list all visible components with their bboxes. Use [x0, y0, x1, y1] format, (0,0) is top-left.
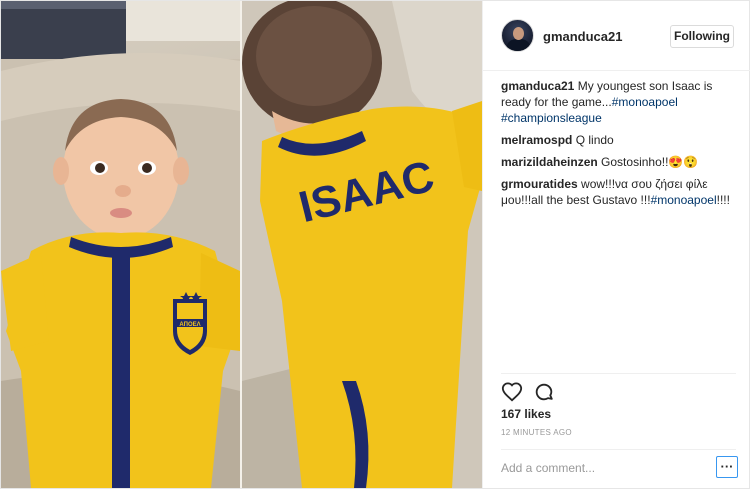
comment-list: gmanduca21 My youngest son Isaac is read…: [501, 78, 739, 214]
hashtag-link[interactable]: #championsleague: [501, 111, 602, 125]
photo-panel-back: ISAAC: [242, 1, 482, 488]
baby-back-illustration: ISAAC: [242, 1, 482, 488]
comment-username[interactable]: grmouratides: [501, 177, 578, 191]
comment-text: Gostosinho!!😍😲: [601, 155, 699, 169]
baby-front-illustration: ΑΠΟΕΛ: [1, 1, 240, 488]
add-comment-bar: ···: [501, 449, 738, 485]
hashtag-link[interactable]: #monoapoel: [612, 95, 678, 109]
add-comment-input[interactable]: [501, 458, 691, 478]
post-photo[interactable]: ΑΠΟΕΛ ISAAC: [1, 1, 482, 488]
following-button[interactable]: Following: [670, 25, 734, 48]
crest-text: ΑΠΟΕΛ: [179, 322, 200, 328]
instagram-post: ΑΠΟΕΛ ISAAC gmanduca21 Following gmanduc…: [0, 0, 750, 489]
comment-item: marizildaheinzen Gostosinho!!😍😲: [501, 154, 739, 170]
photo-panel-front: ΑΠΟΕΛ: [1, 1, 240, 488]
avatar[interactable]: [501, 19, 534, 52]
header-username[interactable]: gmanduca21: [543, 29, 622, 44]
comment-text: Q lindo: [575, 133, 614, 147]
comment-username[interactable]: melramospd: [501, 133, 572, 147]
post-sidebar: gmanduca21 Following gmanduca21 My young…: [482, 1, 750, 488]
hashtag-link[interactable]: #monoapoel: [651, 193, 717, 207]
caption-comment: gmanduca21 My youngest son Isaac is read…: [501, 78, 739, 126]
comment-bubble-icon[interactable]: [533, 381, 555, 403]
comment-username[interactable]: gmanduca21: [501, 79, 574, 93]
post-timestamp[interactable]: 12 minutes ago: [501, 428, 572, 437]
avatar-body-shape: [507, 39, 530, 51]
avatar-face-shape: [513, 27, 524, 40]
comment-item: grmouratides wow!!!να σου ζήσει φίλε μου…: [501, 176, 739, 208]
comment-item: melramospd Q lindo: [501, 132, 739, 148]
comment-text-suffix: !!!!: [716, 193, 730, 207]
comment-username[interactable]: marizildaheinzen: [501, 155, 598, 169]
post-header: gmanduca21 Following: [483, 1, 750, 71]
likes-count[interactable]: 167 likes: [501, 407, 551, 421]
action-bar: [501, 373, 736, 409]
more-options-button[interactable]: ···: [716, 456, 738, 478]
heart-icon[interactable]: [501, 381, 523, 403]
